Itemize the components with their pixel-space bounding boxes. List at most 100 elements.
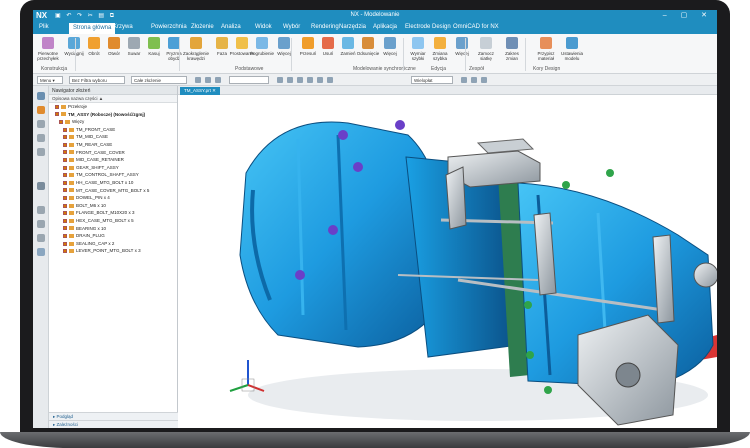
- system-materials-icon[interactable]: [37, 248, 45, 256]
- ribbon-button[interactable]: Więcej: [449, 37, 475, 56]
- navigator-row[interactable]: MT_CASE_COVER_MTG_BOLT x 5: [49, 187, 177, 195]
- visibility-checkbox[interactable]: [59, 120, 63, 124]
- navigator-row[interactable]: BOLT_M6 x 10: [49, 202, 177, 210]
- menu-tab[interactable]: OmniCAD for NX: [453, 24, 499, 30]
- visibility-checkbox[interactable]: [63, 233, 67, 238]
- visibility-checkbox[interactable]: [63, 150, 67, 155]
- menu-tab[interactable]: Widok: [255, 24, 272, 30]
- navigator-row[interactable]: LEVER_POINT_MTG_BOLT x 3: [49, 247, 177, 255]
- visibility-checkbox[interactable]: [63, 195, 67, 200]
- menu-tab[interactable]: Rendering: [311, 24, 339, 30]
- graphics-window[interactable]: [178, 95, 717, 428]
- ribbon-button-label: Ustawienia modelu: [560, 51, 583, 61]
- navigator-row[interactable]: Przekroje: [49, 103, 177, 111]
- menu-tab[interactable]: Powierzchnia: [151, 24, 187, 30]
- menu-tab[interactable]: Strona główna: [69, 23, 116, 34]
- ribbon-button[interactable]: Pierwotne przechyłek: [35, 37, 61, 61]
- web-browser-icon[interactable]: [37, 220, 45, 228]
- visibility-checkbox[interactable]: [63, 188, 67, 193]
- roles-icon[interactable]: [37, 206, 45, 214]
- ribbon-button[interactable]: Więcej: [271, 37, 297, 56]
- visibility-checkbox[interactable]: [63, 226, 67, 231]
- visibility-checkbox[interactable]: [63, 249, 67, 254]
- menu-tab[interactable]: Aplikacja: [373, 24, 397, 30]
- visibility-checkbox[interactable]: [55, 104, 59, 109]
- visibility-checkbox[interactable]: [63, 165, 67, 170]
- menu-tab[interactable]: Krzywa: [113, 24, 133, 30]
- end-point-icon[interactable]: [287, 77, 293, 83]
- scope-select[interactable]: Całe złożenie: [131, 76, 187, 84]
- coordinate-triad: [229, 360, 265, 392]
- navigator-row[interactable]: TM_REAR_CASE: [49, 141, 177, 149]
- mode-select[interactable]: Wielopłat: [411, 76, 453, 84]
- view-icon[interactable]: [461, 77, 467, 83]
- navigator-row[interactable]: HEX_CASE_MTG_BOLT x 5: [49, 217, 177, 225]
- menu-tab[interactable]: Plik: [39, 24, 49, 30]
- navigator-row[interactable]: TM_FRONT_CASE: [49, 126, 177, 134]
- preview-panel-header[interactable]: ▸ Podgląd: [49, 412, 178, 420]
- filter-select[interactable]: Bez Filtra wyboru: [69, 76, 125, 84]
- visibility-checkbox[interactable]: [63, 203, 67, 208]
- ribbon-button[interactable]: Ustawienia modelu: [559, 37, 585, 61]
- visibility-checkbox[interactable]: [55, 112, 59, 117]
- palette-icon[interactable]: [37, 234, 45, 242]
- visibility-checkbox[interactable]: [63, 173, 67, 178]
- settings-icon[interactable]: [37, 182, 45, 190]
- menu-tab[interactable]: Analiza: [221, 24, 241, 30]
- navigator-row[interactable]: FRONT_CASE_COVER: [49, 149, 177, 157]
- mid-point-icon[interactable]: [297, 77, 303, 83]
- quadrant-icon[interactable]: [317, 77, 323, 83]
- filter-icon[interactable]: [215, 77, 221, 83]
- navigator-row[interactable]: Więzy: [49, 118, 177, 126]
- point-icon[interactable]: [277, 77, 283, 83]
- render-icon[interactable]: [471, 77, 477, 83]
- navigator-row[interactable]: MID_CASE_RETAINER: [49, 156, 177, 164]
- navigator-row[interactable]: TM_MID_CASE: [49, 133, 177, 141]
- menu-tab[interactable]: Złożenie: [191, 24, 214, 30]
- window-title: NX - Modelowanie: [350, 12, 400, 18]
- ribbon-button[interactable]: Zaokrąglenie krawędzi: [183, 37, 209, 61]
- constraint-navigator-icon[interactable]: [37, 120, 45, 128]
- visibility-checkbox[interactable]: [63, 211, 67, 216]
- visibility-checkbox[interactable]: [63, 135, 67, 140]
- ribbon-button[interactable]: Więcej: [377, 37, 403, 56]
- menu-tab[interactable]: Wybór: [283, 24, 300, 30]
- intersect-icon[interactable]: [327, 77, 333, 83]
- visibility-checkbox[interactable]: [63, 142, 67, 147]
- navigator-row[interactable]: GEAR_SHIFT_ASSY: [49, 164, 177, 172]
- visibility-checkbox[interactable]: [63, 127, 67, 132]
- navigator-row[interactable]: SEALING_CAP x 2: [49, 240, 177, 248]
- ribbon-button[interactable]: Przypisz materiał: [533, 37, 559, 61]
- visibility-checkbox[interactable]: [63, 180, 67, 185]
- ribbon-button-icon: [566, 37, 578, 49]
- snap-icon[interactable]: [205, 77, 211, 83]
- reuse-library-icon[interactable]: [37, 134, 45, 142]
- select-icon[interactable]: [195, 77, 201, 83]
- window-controls[interactable]: – ▢ ✕: [663, 11, 713, 19]
- ribbon-button[interactable]: Zamocz siatkę: [473, 37, 499, 61]
- ribbon-button-icon: [342, 37, 354, 49]
- assembly-navigator-icon[interactable]: [37, 106, 45, 114]
- navigator-row[interactable]: TM_CONTROL_SHAFT_ASSY: [49, 171, 177, 179]
- navigator-row[interactable]: FLANGE_BOLT_M10X20 x 3: [49, 209, 177, 217]
- part-navigator-icon[interactable]: [37, 92, 45, 100]
- navigator-column-header[interactable]: Opisowa nazwa części ▲: [49, 95, 177, 103]
- menu-tab[interactable]: Electrode Design: [405, 24, 451, 30]
- navigator-row[interactable]: TM_ASSY (Robocze) (Nowość/zgmj): [49, 111, 177, 119]
- snap-select[interactable]: [229, 76, 269, 84]
- visibility-checkbox[interactable]: [63, 218, 67, 223]
- history-icon[interactable]: [37, 148, 45, 156]
- navigator-row[interactable]: HH_CASE_MTG_BOLT x 10: [49, 179, 177, 187]
- orient-icon[interactable]: [481, 77, 487, 83]
- center-icon[interactable]: [307, 77, 313, 83]
- menu-tab[interactable]: Narzędzia: [339, 24, 366, 30]
- navigator-row[interactable]: DOWEL_PIN x 4: [49, 194, 177, 202]
- visibility-checkbox[interactable]: [63, 241, 67, 246]
- ribbon-button[interactable]: Zakres zmian: [499, 37, 525, 61]
- visibility-checkbox[interactable]: [63, 157, 67, 162]
- dependencies-panel-header[interactable]: ▸ Zależności: [49, 420, 178, 428]
- navigator-row[interactable]: BEARING x 10: [49, 225, 177, 233]
- menu-button[interactable]: Menu ▾: [37, 76, 63, 84]
- tab-tm-assy[interactable]: TM_ASSY.prt ✕: [180, 87, 220, 95]
- navigator-row[interactable]: DRAIN_PLUG: [49, 232, 177, 240]
